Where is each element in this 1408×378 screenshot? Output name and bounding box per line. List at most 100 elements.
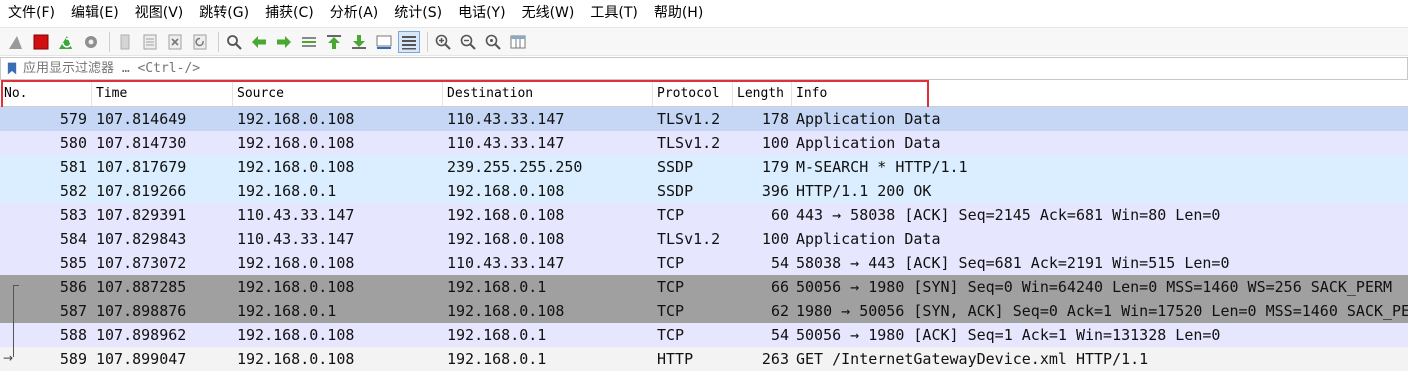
cell-info: Application Data	[796, 134, 941, 152]
cell-time: 107.899047	[96, 350, 187, 368]
packet-list-header: No. Time Source Destination Protocol Len…	[0, 82, 1408, 107]
packet-row[interactable]: 580 107.814730 192.168.0.108 110.43.33.1…	[0, 131, 1408, 155]
toolbar-separator	[427, 31, 428, 52]
zoom-normal-icon[interactable]	[482, 31, 504, 53]
cell-destination: 192.168.0.108	[447, 302, 565, 320]
cell-info: HTTP/1.1 200 OK	[796, 182, 932, 200]
cell-info: 50056 → 1980 [ACK] Seq=1 Ack=1 Win=13132…	[796, 326, 1221, 344]
related-packet-arrow-icon: →	[3, 351, 14, 365]
cell-time: 107.898962	[96, 326, 187, 344]
toolbar-separator	[109, 31, 110, 52]
cell-info: 1980 → 50056 [SYN, ACK] Seq=0 Ack=1 Win=…	[796, 302, 1408, 320]
cell-source: 192.168.0.108	[237, 110, 355, 128]
menu-go[interactable]: 跳转(G)	[191, 0, 257, 27]
packet-row[interactable]: 582 107.819266 192.168.0.1 192.168.0.108…	[0, 179, 1408, 203]
cell-length: 396	[761, 182, 789, 200]
save-file-icon[interactable]	[139, 31, 161, 53]
conversation-bracket	[13, 285, 15, 357]
cell-no: 581	[59, 158, 87, 176]
menu-telephony[interactable]: 电话(Y)	[450, 0, 513, 27]
menu-bar: 文件(F) 编辑(E) 视图(V) 跳转(G) 捕获(C) 分析(A) 统计(S…	[0, 0, 1408, 27]
go-to-packet-icon[interactable]	[298, 31, 320, 53]
cell-length: 263	[761, 350, 789, 368]
column-header-protocol[interactable]: Protocol	[653, 82, 733, 106]
cell-no: 585	[59, 254, 87, 272]
menu-tools[interactable]: 工具(T)	[582, 0, 645, 27]
cell-length: 62	[770, 302, 789, 320]
packet-row[interactable]: 587 107.898876 192.168.0.1 192.168.0.108…	[0, 299, 1408, 323]
packet-row[interactable]: 586 107.887285 192.168.0.108 192.168.0.1…	[0, 275, 1408, 299]
restart-capture-icon[interactable]	[55, 31, 77, 53]
go-first-icon[interactable]	[323, 31, 345, 53]
cell-source: 192.168.0.108	[237, 278, 355, 296]
find-packet-icon[interactable]	[223, 31, 245, 53]
cell-length: 54	[770, 326, 789, 344]
packet-row[interactable]: 579 107.814649 192.168.0.108 110.43.33.1…	[0, 107, 1408, 131]
packet-row[interactable]: 588 107.898962 192.168.0.108 192.168.0.1…	[0, 323, 1408, 347]
cell-source: 192.168.0.108	[237, 350, 355, 368]
shark-fin-start-icon[interactable]	[5, 31, 27, 53]
cell-info: Application Data	[796, 230, 941, 248]
cell-info: 50056 → 1980 [SYN] Seq=0 Win=64240 Len=0…	[796, 278, 1393, 296]
cell-length: 60	[770, 206, 789, 224]
cell-time: 107.898876	[96, 302, 187, 320]
cell-no: 579	[59, 110, 87, 128]
cell-protocol: TLSv1.2	[657, 230, 721, 248]
reload-file-icon[interactable]	[189, 31, 211, 53]
colorize-icon[interactable]	[398, 30, 420, 53]
zoom-out-icon[interactable]	[457, 31, 479, 53]
cell-no: 583	[59, 206, 87, 224]
packet-row[interactable]: 584 107.829843 110.43.33.147 192.168.0.1…	[0, 227, 1408, 251]
close-file-icon[interactable]	[164, 31, 186, 53]
cell-protocol: HTTP	[657, 350, 694, 368]
cell-length: 178	[761, 110, 789, 128]
cell-source: 192.168.0.108	[237, 254, 355, 272]
cell-info: 443 → 58038 [ACK] Seq=2145 Ack=681 Win=8…	[796, 206, 1221, 224]
cell-protocol: SSDP	[657, 182, 694, 200]
cell-info: M-SEARCH * HTTP/1.1	[796, 158, 968, 176]
conversation-bracket-start	[13, 285, 19, 286]
cell-destination: 110.43.33.147	[447, 110, 565, 128]
column-header-length[interactable]: Length	[733, 82, 792, 106]
resize-columns-icon[interactable]	[507, 31, 529, 53]
menu-analyze[interactable]: 分析(A)	[322, 0, 387, 27]
column-header-time[interactable]: Time	[92, 82, 233, 106]
main-toolbar	[0, 27, 1408, 56]
cell-protocol: TCP	[657, 206, 685, 224]
cell-time: 107.829843	[96, 230, 187, 248]
menu-edit[interactable]: 编辑(E)	[63, 0, 127, 27]
packet-row[interactable]: 581 107.817679 192.168.0.108 239.255.255…	[0, 155, 1408, 179]
cell-source: 192.168.0.108	[237, 326, 355, 344]
packet-row[interactable]: 585 107.873072 192.168.0.108 110.43.33.1…	[0, 251, 1408, 275]
open-file-icon[interactable]	[114, 31, 136, 53]
cell-destination: 110.43.33.147	[447, 134, 565, 152]
go-back-icon[interactable]	[248, 31, 270, 53]
go-forward-icon[interactable]	[273, 31, 295, 53]
packet-row[interactable]: 583 107.829391 110.43.33.147 192.168.0.1…	[0, 203, 1408, 227]
menu-help[interactable]: 帮助(H)	[646, 0, 711, 27]
autoscroll-icon[interactable]	[373, 31, 395, 53]
menu-wireless[interactable]: 无线(W)	[514, 0, 583, 27]
cell-source: 192.168.0.1	[237, 302, 337, 320]
go-last-icon[interactable]	[348, 31, 370, 53]
column-header-info[interactable]: Info	[792, 82, 1408, 106]
cell-length: 66	[770, 278, 789, 296]
display-filter-input[interactable]	[23, 61, 1323, 76]
zoom-in-icon[interactable]	[432, 31, 454, 53]
column-header-destination[interactable]: Destination	[443, 82, 653, 106]
cell-destination: 192.168.0.108	[447, 206, 565, 224]
capture-options-icon[interactable]	[80, 31, 102, 53]
cell-time: 107.829391	[96, 206, 187, 224]
menu-statistics[interactable]: 统计(S)	[386, 0, 450, 27]
menu-view[interactable]: 视图(V)	[127, 0, 192, 27]
column-header-source[interactable]: Source	[233, 82, 443, 106]
packet-row[interactable]: 589 107.899047 192.168.0.108 192.168.0.1…	[0, 347, 1408, 371]
cell-destination: 192.168.0.1	[447, 326, 547, 344]
toolbar-separator	[218, 31, 219, 52]
column-header-no[interactable]: No.	[0, 82, 92, 106]
packet-list: 579 107.814649 192.168.0.108 110.43.33.1…	[0, 107, 1408, 371]
menu-file[interactable]: 文件(F)	[0, 0, 63, 27]
stop-capture-icon[interactable]	[30, 31, 52, 53]
menu-capture[interactable]: 捕获(C)	[257, 0, 322, 27]
bookmark-icon[interactable]	[5, 62, 19, 76]
